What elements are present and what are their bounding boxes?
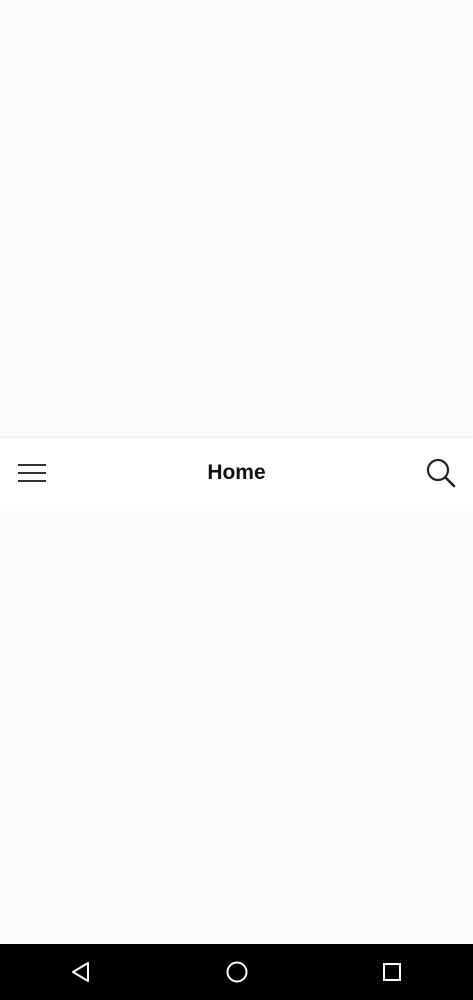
home-button[interactable] [217, 952, 257, 992]
menu-button[interactable] [10, 455, 54, 491]
main-content-area [0, 506, 473, 944]
back-triangle-icon [72, 962, 89, 982]
recents-button[interactable] [372, 952, 412, 992]
app-screen: Home [0, 0, 473, 1000]
blank-top-area [0, 0, 473, 437]
back-button[interactable] [61, 952, 101, 992]
search-button[interactable] [421, 454, 461, 492]
hamburger-menu-icon [18, 464, 46, 482]
app-bar: Home [0, 437, 473, 506]
system-navigation-bar [0, 944, 473, 1000]
home-circle-icon [226, 961, 248, 983]
recents-square-icon [383, 963, 401, 981]
page-title: Home [207, 461, 266, 484]
search-icon [426, 458, 456, 488]
